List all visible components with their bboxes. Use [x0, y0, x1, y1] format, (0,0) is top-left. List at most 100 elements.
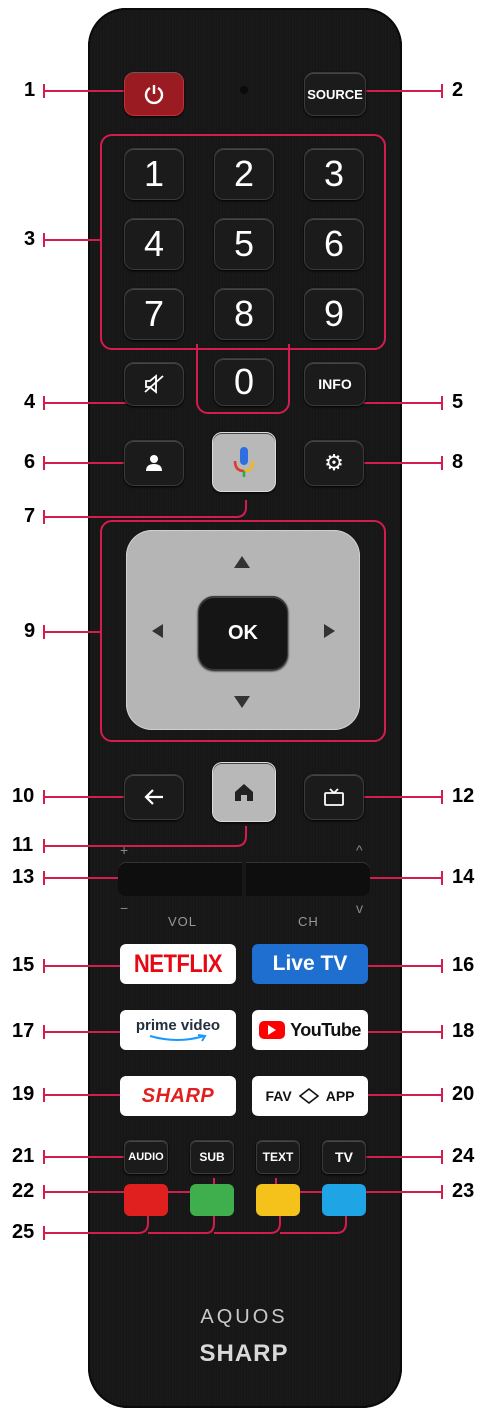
callout-19: 19 [12, 1083, 35, 1105]
digit-7-button[interactable]: 7 [124, 288, 184, 340]
channel-rocker[interactable] [246, 862, 370, 896]
teletext-button[interactable]: TEXT [256, 1140, 300, 1174]
volume-rocker[interactable] [118, 862, 242, 896]
digit-2-label: 2 [233, 153, 255, 194]
yellow-button[interactable] [256, 1184, 300, 1216]
ok-button[interactable]: OK [198, 596, 288, 670]
volume-label: VOL [168, 914, 198, 929]
digit-8-button[interactable]: 8 [214, 288, 274, 340]
mute-icon [144, 374, 164, 394]
callout-22: 22 [12, 1180, 35, 1202]
digit-2-button[interactable]: 2 [214, 148, 274, 200]
digit-0-button[interactable]: 0 [214, 358, 274, 406]
source-button[interactable]: SOURCE [304, 72, 366, 116]
callout-14: 14 [452, 866, 475, 888]
green-button[interactable] [190, 1184, 234, 1216]
callout-21: 21 [12, 1145, 35, 1167]
fav-app-button[interactable]: FAV APP [252, 1076, 368, 1116]
back-arrow-icon [144, 789, 163, 805]
youtube-logo: YouTube [290, 1019, 361, 1040]
live-tv-label: Live TV [272, 952, 348, 975]
netflix-button[interactable]: NETFLIX [120, 944, 236, 984]
power-button[interactable] [124, 72, 184, 116]
red-button[interactable] [124, 1184, 168, 1216]
callout-11: 11 [12, 834, 34, 856]
callout-23: 23 [452, 1180, 475, 1202]
callout-20: 20 [452, 1083, 475, 1105]
youtube-play-icon [259, 1021, 286, 1039]
prime-video-button[interactable]: prime video [120, 1010, 236, 1050]
prime-smile-icon [149, 1034, 207, 1042]
callout-1: 1 [24, 79, 36, 101]
ir-sensor [240, 86, 248, 94]
digit-5-label: 5 [233, 223, 255, 264]
callout-7: 7 [24, 505, 36, 527]
channel-up-label: ^ [356, 842, 363, 858]
digit-6-button[interactable]: 6 [304, 218, 364, 270]
ok-label: OK [228, 621, 258, 644]
youtube-button[interactable]: YouTube [252, 1010, 368, 1050]
callout-24: 24 [452, 1145, 475, 1167]
info-button[interactable]: INFO [304, 362, 366, 406]
sharp-button[interactable]: SHARP [120, 1076, 236, 1116]
callout-2: 2 [452, 79, 464, 101]
dpad-right-arrow[interactable] [324, 624, 335, 638]
digit-9-label: 9 [323, 293, 345, 334]
netflix-logo: NETFLIX [133, 949, 223, 978]
digit-7-label: 7 [143, 293, 165, 334]
callout-9: 9 [24, 620, 36, 642]
digit-3-label: 3 [323, 153, 345, 194]
digit-1-button[interactable]: 1 [124, 148, 184, 200]
tv-guide-button[interactable] [304, 774, 364, 820]
back-button[interactable] [124, 774, 184, 820]
digit-5-button[interactable]: 5 [214, 218, 274, 270]
digit-9-button[interactable]: 9 [304, 288, 364, 340]
digit-8-label: 8 [233, 293, 255, 334]
profile-button[interactable] [124, 440, 184, 486]
aquos-logo: AQUOS [200, 1306, 288, 1328]
callout-13: 13 [12, 866, 35, 888]
dpad-up-arrow[interactable] [234, 556, 250, 568]
app-label: APP [325, 1088, 355, 1104]
volume-minus-label: − [120, 900, 129, 916]
callout-3: 3 [24, 228, 36, 250]
sharp-brand-logo: SHARP [199, 1340, 289, 1367]
mute-button[interactable] [124, 362, 184, 406]
fav-label: FAV [265, 1088, 292, 1104]
diamond-icon [298, 1087, 320, 1105]
sub-label: SUB [199, 1150, 225, 1164]
microphone-icon [233, 447, 255, 477]
tv-icon [324, 788, 344, 806]
home-button[interactable] [212, 762, 276, 822]
digit-0-label: 0 [233, 361, 255, 402]
voice-assistant-button[interactable] [212, 432, 276, 492]
callout-17: 17 [12, 1020, 35, 1042]
channel-label: CH [298, 914, 319, 929]
dpad-down-arrow[interactable] [234, 696, 250, 708]
subtitle-button[interactable]: SUB [190, 1140, 234, 1174]
callout-6: 6 [24, 451, 36, 473]
audio-button[interactable]: AUDIO [124, 1140, 168, 1174]
callout-16: 16 [452, 954, 475, 976]
callout-8: 8 [452, 451, 464, 473]
digit-4-button[interactable]: 4 [124, 218, 184, 270]
digit-6-label: 6 [323, 223, 345, 264]
digit-1-label: 1 [143, 153, 165, 194]
live-tv-button[interactable]: Live TV [252, 944, 368, 984]
sharp-logo: SHARP [141, 1084, 215, 1107]
blue-button[interactable] [322, 1184, 366, 1216]
prime-video-logo: prime video [135, 1017, 221, 1034]
digit-3-button[interactable]: 3 [304, 148, 364, 200]
tv-button[interactable]: TV [322, 1140, 366, 1174]
audio-label: AUDIO [128, 1151, 164, 1163]
channel-down-label: v [356, 900, 363, 916]
info-label: INFO [318, 376, 352, 392]
home-icon [235, 784, 253, 801]
power-icon [144, 85, 164, 105]
callout-12: 12 [452, 785, 475, 807]
callout-15: 15 [12, 954, 35, 976]
callout-18: 18 [452, 1020, 475, 1042]
dpad-left-arrow[interactable] [152, 624, 163, 638]
settings-button[interactable]: ⚙ [304, 440, 364, 486]
gear-icon: ⚙ [324, 450, 344, 475]
